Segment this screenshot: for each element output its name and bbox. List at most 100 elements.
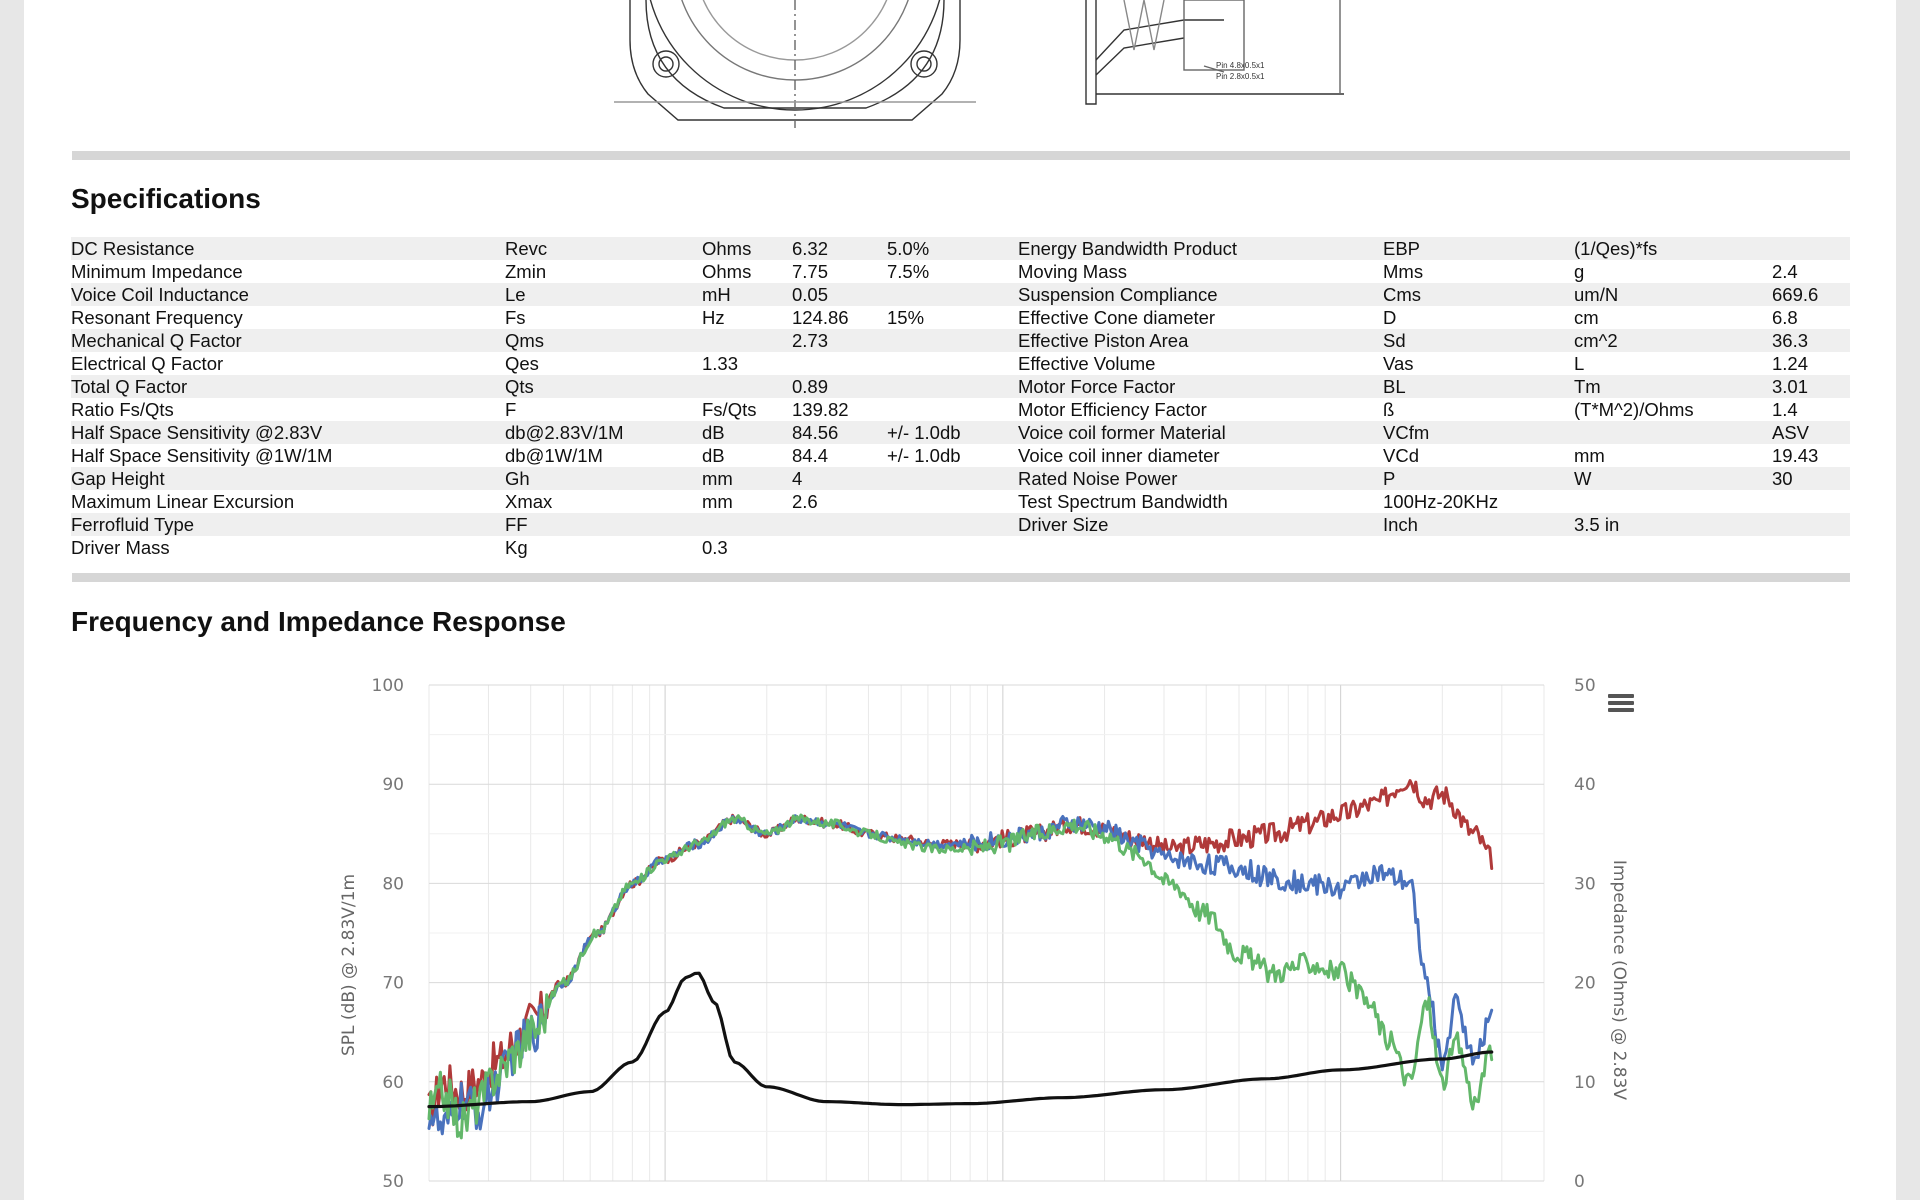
param2-symbol: EBP — [1383, 237, 1574, 260]
spec-row: Half Space Sensitivity @2.83V db@2.83V/1M… — [71, 421, 1850, 444]
param-symbol: F — [505, 399, 517, 420]
param2-value: 19.43 — [1772, 445, 1819, 466]
param2-name: Effective Volume — [1018, 353, 1156, 374]
param2-name: Energy Bandwidth Product — [1018, 237, 1383, 260]
param2-value: 30 — [1772, 467, 1850, 490]
param-tolerance — [887, 490, 1018, 513]
param-value: 4 — [792, 467, 887, 490]
param2-symbol: VCd — [1383, 445, 1419, 466]
param2-name: Effective Piston Area — [1018, 329, 1383, 352]
param2-value: 3.01 — [1772, 375, 1850, 398]
param2-name: Voice coil inner diameter — [1018, 445, 1220, 466]
param2-unit: (1/Qes)*fs — [1574, 237, 1772, 260]
param2-unit: g — [1574, 261, 1585, 282]
param-symbol: Xmax — [505, 491, 553, 512]
spec-row: Gap Height Gh mm 4 Rated Noise Power P W 30 — [71, 467, 1850, 490]
param-unit: Fs/Qts — [702, 399, 757, 420]
section-divider — [72, 151, 1850, 160]
param-unit: mm — [702, 491, 733, 512]
spec-row: Total Q Factor Qts 0.89 Motor Force Factor B… — [71, 375, 1850, 398]
param2-unit: mm — [1574, 445, 1605, 466]
param-tolerance — [887, 398, 1018, 421]
y-axis-label: SPL (dB) @ 2.83V/1m — [339, 874, 359, 1056]
param-symbol: Qms — [505, 329, 702, 352]
param2-name: Moving Mass — [1018, 261, 1127, 282]
param-name: Half Space Sensitivity @1W/1M — [71, 445, 333, 466]
param-tolerance: 5.0% — [887, 237, 1018, 260]
spec-row: DC Resistance Revc Ohms 6.32 5.0% Energy Band… — [71, 237, 1850, 260]
spec-row: Mechanical Q Factor Qms 2.73 Effective Pist… — [71, 329, 1850, 352]
y-tick-label: 100 — [372, 676, 404, 696]
param-value: 139.82 — [792, 399, 849, 420]
y-tick-label: 50 — [382, 1172, 404, 1192]
param-unit — [702, 513, 792, 536]
param2-value: 6.8 — [1772, 307, 1798, 328]
param2-value — [1772, 513, 1850, 536]
param2-value: 2.4 — [1772, 261, 1798, 282]
param-value — [792, 513, 887, 536]
param2-name: Effective Cone diameter — [1018, 307, 1216, 328]
param2-symbol: Cms — [1383, 283, 1574, 306]
param2-unit — [1574, 490, 1772, 513]
param2-value — [1772, 536, 1850, 559]
param2-unit: L — [1574, 353, 1585, 374]
param2-value: ASV — [1772, 421, 1850, 444]
param-symbol: Gh — [505, 467, 702, 490]
param2-value: 1.24 — [1772, 353, 1809, 374]
param-tolerance: +/- 1.0db — [887, 445, 961, 466]
frequency-response-heading: Frequency and Impedance Response — [71, 606, 566, 637]
y2-tick-label: 0 — [1574, 1172, 1585, 1192]
param2-symbol: Mms — [1383, 261, 1424, 282]
param-value: 6.32 — [792, 237, 887, 260]
param2-symbol: P — [1383, 467, 1574, 490]
param2-symbol: BL — [1383, 375, 1574, 398]
param2-symbol: Sd — [1383, 329, 1574, 352]
param2-unit: cm — [1574, 307, 1599, 328]
param2-symbol: Inch — [1383, 513, 1574, 536]
driver-technical-drawing: Pin 4.8x0.5x1 Pin 2.8x0.5x1 — [614, 0, 1344, 128]
y2-tick-label: 40 — [1574, 775, 1596, 795]
param-symbol: Kg — [505, 537, 528, 558]
spec-row: Half Space Sensitivity @1W/1M db@1W/1M dB 8… — [71, 444, 1850, 467]
param2-value: 669.6 — [1772, 283, 1850, 306]
param-value: 2.73 — [792, 329, 887, 352]
param-symbol: Qts — [505, 375, 702, 398]
param2-symbol: ß — [1383, 399, 1395, 420]
param2-symbol: VCfm — [1383, 421, 1574, 444]
y-tick-label: 90 — [382, 775, 404, 795]
param2-unit: (T*M^2)/Ohms — [1574, 399, 1694, 420]
specifications-heading: Specifications — [71, 183, 261, 214]
param-value — [792, 352, 887, 375]
param-unit: 0.3 — [702, 537, 728, 558]
param-name: Driver Mass — [71, 537, 170, 558]
param-name: Minimum Impedance — [71, 261, 243, 282]
spec-row: Minimum Impedance Zmin Ohms 7.75 7.5% Moving … — [71, 260, 1850, 283]
param-symbol: FF — [505, 513, 702, 536]
param2-unit: Tm — [1574, 375, 1772, 398]
spec-row: Ratio Fs/Qts F Fs/Qts 139.82 Motor Efficienc… — [71, 398, 1850, 421]
spec-row: Driver Mass Kg 0.3 — [71, 536, 1850, 559]
param-symbol: Zmin — [505, 261, 547, 282]
param2-value: 1.4 — [1772, 399, 1798, 420]
param-value: 84.56 — [792, 421, 887, 444]
specifications-table-body: DC Resistance Revc Ohms 6.32 5.0% Energy Band… — [71, 237, 1850, 559]
param-symbol: Revc — [505, 237, 702, 260]
param2-unit — [1574, 536, 1772, 559]
param-tolerance — [887, 375, 1018, 398]
param-unit: dB — [702, 445, 725, 466]
param-unit: dB — [702, 421, 792, 444]
param-name: Gap Height — [71, 467, 505, 490]
spec-row: Resonant Frequency Fs Hz 124.86 15% Effective… — [71, 306, 1850, 329]
param-value: 2.6 — [792, 491, 818, 512]
y-tick-label: 70 — [382, 974, 404, 994]
param-value — [792, 536, 887, 559]
y2-axis-label: Impedance (Ohms) @ 2.83V — [1609, 860, 1629, 1101]
param-unit: Ohms — [702, 237, 792, 260]
param2-unit: cm^2 — [1574, 329, 1772, 352]
param2-unit — [1574, 421, 1772, 444]
param-name: Half Space Sensitivity @2.83V — [71, 421, 505, 444]
drawing-note-2: Pin 2.8x0.5x1 — [1216, 72, 1265, 81]
param2-name — [1018, 536, 1383, 559]
param-tolerance: +/- 1.0db — [887, 421, 1018, 444]
param2-name: Voice coil former Material — [1018, 421, 1383, 444]
